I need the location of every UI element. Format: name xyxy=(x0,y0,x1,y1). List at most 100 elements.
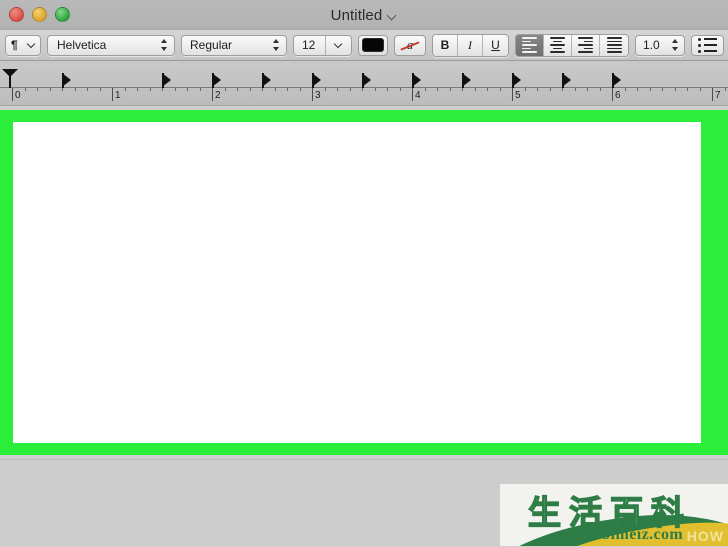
ruler-minor-tick xyxy=(149,88,151,91)
ruler-minor-tick xyxy=(124,88,126,91)
watermark-ghost-text: HOW xyxy=(686,528,724,544)
chevron-down-icon xyxy=(28,41,36,49)
ruler-minor-tick xyxy=(62,88,63,91)
align-right-icon xyxy=(578,37,593,53)
font-size-popup[interactable]: 12 xyxy=(293,34,352,56)
text-color-button[interactable] xyxy=(358,34,388,56)
font-family-value: Helvetica xyxy=(57,38,107,52)
font-size-value: 12 xyxy=(302,38,316,52)
paragraph-style-popup[interactable]: ¶ xyxy=(5,34,41,56)
ruler-major-tick xyxy=(612,88,613,101)
ruler-minor-tick xyxy=(237,88,238,91)
italic-button[interactable]: I xyxy=(458,34,483,56)
ruler-minor-tick xyxy=(87,88,88,91)
ruler-minor-tick xyxy=(349,88,351,91)
ruler-minor-tick xyxy=(137,88,138,91)
underline-button[interactable]: U xyxy=(483,34,508,56)
ruler-minor-tick xyxy=(262,88,263,91)
pilcrow-icon: ¶ xyxy=(11,38,18,52)
ruler-number: 0 xyxy=(15,90,21,101)
font-style-popup[interactable]: Regular xyxy=(181,34,287,56)
bulleted-list-icon xyxy=(698,37,717,53)
ruler-tab-marker[interactable] xyxy=(262,73,271,88)
ruler-minor-tick xyxy=(449,88,451,91)
ruler-tab-marker[interactable] xyxy=(412,73,421,88)
window-title: Untitled xyxy=(0,0,728,30)
ruler-minor-tick xyxy=(562,88,563,91)
text-style-group: B I U xyxy=(432,33,509,57)
updown-stepper-icon xyxy=(671,38,680,52)
ruler-minor-tick xyxy=(174,88,176,91)
ruler-baseline xyxy=(0,87,728,88)
bold-button[interactable]: B xyxy=(433,34,458,56)
line-spacing-popup[interactable]: 1.0 xyxy=(635,34,685,56)
ruler-minor-tick xyxy=(337,88,338,91)
ruler-major-tick xyxy=(512,88,513,101)
ruler-major-tick xyxy=(112,88,113,101)
ruler-minor-tick xyxy=(387,88,388,91)
ruler-number: 4 xyxy=(415,90,421,101)
alignment-group xyxy=(515,33,629,57)
align-justify-icon xyxy=(606,37,622,53)
updown-stepper-icon xyxy=(160,38,169,52)
ruler-major-tick xyxy=(12,88,13,101)
ruler-tab-marker[interactable] xyxy=(512,73,521,88)
ruler-minor-tick xyxy=(274,88,276,91)
ruler-tab-marker[interactable] xyxy=(62,73,71,88)
ruler-tab-marker[interactable] xyxy=(562,73,571,88)
ruler-minor-tick xyxy=(424,88,426,91)
ruler-minor-tick xyxy=(74,88,76,91)
ruler-minor-tick xyxy=(324,88,326,91)
line-spacing-value: 1.0 xyxy=(643,38,660,52)
ruler-tab-marker[interactable] xyxy=(312,73,321,88)
watermark-url: www.bimeiz.com xyxy=(562,526,684,543)
watermark: 生活百科 www.bimeiz.com HOW xyxy=(500,484,728,546)
ruler-minor-tick xyxy=(674,88,676,91)
font-size-chevron-box xyxy=(326,41,351,49)
align-left-button[interactable] xyxy=(516,34,544,56)
document-area xyxy=(0,106,728,459)
ruler-minor-tick xyxy=(687,88,688,91)
lists-button[interactable] xyxy=(691,34,724,56)
highlight-color-button[interactable]: a xyxy=(394,34,426,56)
ruler-minor-tick xyxy=(37,88,38,91)
ruler-tab-marker[interactable] xyxy=(362,73,371,88)
window-title-text: Untitled xyxy=(330,6,383,24)
align-center-icon xyxy=(550,37,565,53)
ruler-minor-tick xyxy=(624,88,626,91)
ruler-minor-tick xyxy=(299,88,301,91)
ruler-minor-tick xyxy=(362,88,363,91)
ruler-tab-marker[interactable] xyxy=(212,73,221,88)
ruler-minor-tick xyxy=(524,88,526,91)
ruler-minor-tick xyxy=(99,88,101,91)
ruler-minor-tick xyxy=(637,88,638,91)
align-left-icon xyxy=(522,37,537,53)
ruler-tab-marker[interactable] xyxy=(162,73,171,88)
document-page[interactable] xyxy=(13,122,701,443)
ruler-minor-tick xyxy=(474,88,476,91)
ruler-minor-tick xyxy=(499,88,501,91)
ruler-minor-tick xyxy=(587,88,588,91)
font-family-popup[interactable]: Helvetica xyxy=(47,34,175,56)
align-justify-button[interactable] xyxy=(600,34,628,56)
color-swatch-icon xyxy=(362,38,384,52)
ruler-major-tick xyxy=(412,88,413,101)
bottom-panel: 生活百科 www.bimeiz.com HOW xyxy=(0,459,728,546)
document-ruler[interactable]: 0 1 2 3 4 5 6 7 xyxy=(0,61,728,106)
ruler-minor-tick xyxy=(49,88,51,91)
align-center-button[interactable] xyxy=(544,34,572,56)
align-right-button[interactable] xyxy=(572,34,600,56)
font-style-value: Regular xyxy=(190,38,233,52)
ruler-number: 2 xyxy=(215,90,221,101)
ruler-minor-tick xyxy=(24,88,26,91)
ruler-tab-marker[interactable] xyxy=(462,73,471,88)
chevron-down-icon xyxy=(335,41,343,49)
indent-marker-icon[interactable] xyxy=(2,69,18,88)
ruler-minor-tick xyxy=(537,88,538,91)
ruler-number: 3 xyxy=(315,90,321,101)
ruler-minor-tick xyxy=(187,88,188,91)
title-chevron-down-icon[interactable] xyxy=(388,12,397,21)
ruler-tab-marker[interactable] xyxy=(612,73,621,88)
ruler-minor-tick xyxy=(662,88,663,91)
ruler-minor-tick xyxy=(199,88,201,91)
